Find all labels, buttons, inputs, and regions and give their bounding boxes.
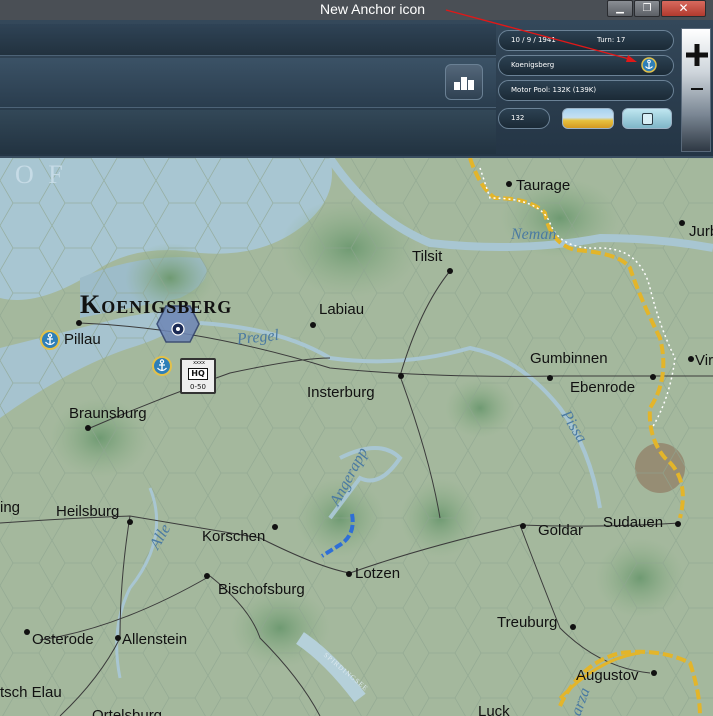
city-marker: [24, 629, 30, 635]
city-marker: [679, 220, 685, 226]
city-label-heilsburg: Heilsburg: [56, 503, 120, 520]
hq-unit-counter[interactable]: xxxx HQ 0-50: [180, 358, 216, 394]
hud-panel: 10 / 9 / 1941 Turn: 17 Koenigsberg Motor…: [0, 20, 713, 158]
city-marker: [127, 519, 133, 525]
minimize-button[interactable]: ▁: [607, 0, 633, 17]
city-label-luck: Luck: [478, 703, 510, 716]
city-label-korschen: Korschen: [202, 528, 266, 545]
anchor-icon[interactable]: [641, 57, 657, 73]
city-marker: [650, 374, 656, 380]
city-marker: [398, 373, 404, 379]
city-label-ortelsburg: Ortelsburg: [92, 707, 163, 716]
hud-lower-bar: [0, 110, 496, 154]
city-label-allenstein: Allenstein: [122, 631, 188, 648]
motor-pool-display: Motor Pool: 132K (139K): [498, 80, 674, 101]
unit-size-label: xxxx: [193, 360, 205, 366]
city-marker: [447, 268, 453, 274]
river-label-neman: Neman: [511, 226, 557, 243]
city-label-tsch-elau: tsch Elau: [0, 684, 62, 701]
game-map[interactable]: O F Koenigsberg Taurage Tilsit Jurb Labi…: [0, 158, 713, 716]
date-text: 10 / 9 / 1941: [511, 36, 556, 44]
location-text: Koenigsberg: [511, 61, 555, 69]
city-marker: [346, 571, 352, 577]
window-titlebar: New Anchor icon ▁ ❐ ✕: [0, 0, 713, 20]
city-label-lotzen: Lotzen: [355, 565, 401, 582]
city-marker: [76, 320, 82, 326]
anchor-icon[interactable]: [40, 330, 60, 350]
city-label-labiau: Labiau: [319, 301, 365, 318]
city-label-vir: Vir: [695, 352, 713, 369]
city-marker: [520, 523, 526, 529]
stats-button[interactable]: [445, 64, 483, 100]
city-label-jurb: Jurb: [689, 223, 713, 240]
anchor-icon[interactable]: [152, 356, 172, 376]
unit-strength-label: 0-50: [190, 383, 206, 391]
city-label-insterburg: Insterburg: [307, 384, 375, 401]
motor-pool-text: Motor Pool: 132K (139K): [511, 86, 597, 94]
city-label-osterode: Osterode: [32, 631, 94, 648]
city-label-koenigsberg: Koenigsberg: [80, 290, 233, 319]
city-marker: [204, 573, 210, 579]
city-marker: [651, 670, 657, 676]
city-label-pillau: Pillau: [64, 331, 101, 348]
count-text: 132: [511, 114, 525, 122]
city-label-taurage: Taurage: [516, 177, 571, 194]
zoom-plus-icon[interactable]: [686, 44, 708, 66]
city-marker: [85, 425, 91, 431]
city-marker: [272, 524, 278, 530]
weather-button[interactable]: [562, 108, 614, 129]
sea-label: O F: [15, 160, 67, 189]
city-label-tilsit: Tilsit: [412, 248, 443, 265]
city-label-bischofsburg: Bischofsburg: [218, 581, 305, 598]
hud-middle-bar: [0, 58, 496, 108]
city-label-goldar: Goldar: [538, 522, 584, 539]
city-label-ing: ing: [0, 499, 21, 516]
hud-upper-bar: [0, 24, 496, 56]
city-marker: [506, 181, 512, 187]
maximize-button[interactable]: ❐: [634, 0, 660, 17]
city-marker: [547, 375, 553, 381]
city-marker: [570, 624, 576, 630]
city-label-treuburg: Treuburg: [497, 614, 558, 631]
mode-icon: [642, 113, 653, 125]
date-turn-display: 10 / 9 / 1941 Turn: 17: [498, 30, 674, 51]
city-label-ebenrode: Ebenrode: [570, 379, 636, 396]
city-label-sudauen: Sudauen: [603, 514, 664, 531]
zoom-level-marker[interactable]: [691, 88, 703, 90]
window-title: New Anchor icon: [320, 1, 426, 17]
close-button[interactable]: ✕: [661, 0, 706, 17]
city-marker: [688, 356, 694, 362]
city-marker: [115, 635, 121, 641]
mode-button[interactable]: [622, 108, 672, 129]
unit-type-label: HQ: [188, 368, 208, 380]
city-label-braunsburg: Braunsburg: [69, 405, 147, 422]
map-terrain: [0, 158, 713, 716]
city-marker: [675, 521, 681, 527]
count-display: 132: [498, 108, 550, 129]
turn-text: Turn: 17: [597, 36, 626, 44]
city-label-gumbinnen: Gumbinnen: [530, 350, 608, 367]
city-label-augustov: Augustov: [576, 667, 639, 684]
city-marker: [310, 322, 316, 328]
